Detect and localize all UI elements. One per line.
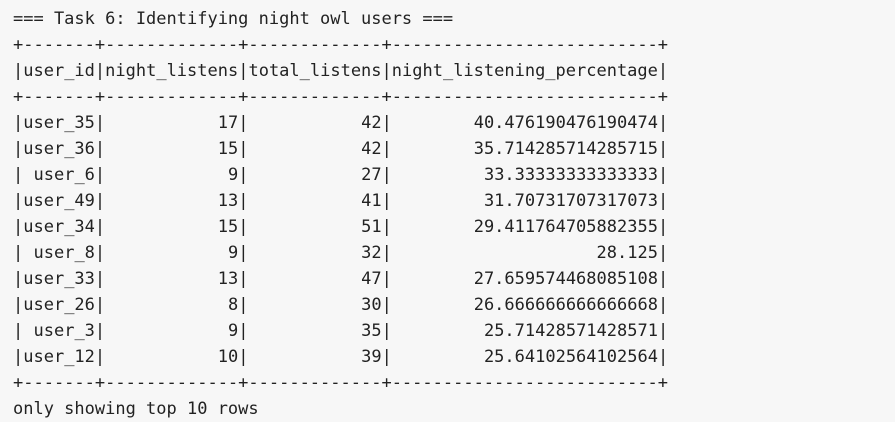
cell-night-listens: 17 bbox=[217, 113, 239, 133]
column-header-user-id: user_id bbox=[23, 61, 95, 81]
cell-user-id: user_34 bbox=[23, 217, 95, 237]
cell-night-listening-percentage: 26.666666666666668 bbox=[473, 295, 658, 315]
cell-night-listening-percentage: 29.411764705882355 bbox=[473, 217, 658, 237]
cell-user-id: user_6 bbox=[33, 165, 95, 185]
cell-total-listens: 35 bbox=[361, 321, 382, 341]
cell-night-listens: 15 bbox=[217, 139, 239, 159]
cell-night-listening-percentage: 25.71428571428571 bbox=[483, 321, 658, 341]
task-header: === Task 6: Identifying night owl users … bbox=[13, 9, 454, 29]
table-border-top: +-------+-------------+-------------+---… bbox=[13, 35, 669, 55]
cell-user-id: user_35 bbox=[23, 113, 95, 133]
cell-night-listens: 13 bbox=[217, 269, 239, 289]
cell-night-listens: 10 bbox=[217, 347, 239, 367]
cell-total-listens: 42 bbox=[361, 139, 382, 159]
cell-night-listens: 13 bbox=[217, 191, 239, 211]
table-row: |user_33| 13| 47| 27.659574468085108| bbox=[13, 269, 669, 289]
cell-user-id: user_12 bbox=[23, 347, 95, 367]
cell-night-listening-percentage: 28.125 bbox=[596, 243, 658, 263]
cell-night-listening-percentage: 35.714285714285715 bbox=[473, 139, 658, 159]
table-row: |user_12| 10| 39| 25.64102564102564| bbox=[13, 347, 669, 367]
cell-night-listening-percentage: 31.70731707317073 bbox=[483, 191, 658, 211]
table-border-bottom: +-------+-------------+-------------+---… bbox=[13, 373, 669, 393]
table-row: | user_8| 9| 32| 28.125| bbox=[13, 243, 669, 263]
cell-total-listens: 30 bbox=[361, 295, 382, 315]
table-border-header: +-------+-------------+-------------+---… bbox=[13, 87, 669, 107]
table-row: | user_3| 9| 35| 25.71428571428571| bbox=[13, 321, 669, 341]
cell-night-listening-percentage: 33.33333333333333 bbox=[483, 165, 658, 185]
console-output: === Task 6: Identifying night owl users … bbox=[0, 0, 895, 421]
table-row: |user_36| 15| 42| 35.714285714285715| bbox=[13, 139, 669, 159]
cell-night-listens: 9 bbox=[228, 165, 239, 185]
cell-user-id: user_33 bbox=[23, 269, 95, 289]
table-output: === Task 6: Identifying night owl users … bbox=[13, 6, 895, 422]
cell-user-id: user_26 bbox=[23, 295, 95, 315]
cell-night-listening-percentage: 27.659574468085108 bbox=[473, 269, 658, 289]
footer-text: only showing top 10 rows bbox=[13, 399, 259, 419]
cell-night-listens: 15 bbox=[217, 217, 239, 237]
cell-total-listens: 42 bbox=[361, 113, 382, 133]
cell-user-id: user_8 bbox=[33, 243, 95, 263]
cell-night-listens: 8 bbox=[227, 295, 239, 315]
cell-total-listens: 32 bbox=[361, 243, 382, 263]
cell-total-listens: 51 bbox=[361, 217, 382, 237]
table-row: |user_34| 15| 51| 29.411764705882355| bbox=[13, 217, 669, 237]
table-row: |user_49| 13| 41| 31.70731707317073| bbox=[13, 191, 669, 211]
cell-total-listens: 27 bbox=[361, 165, 382, 185]
column-header-night-listening-percentage: night_listening_percentage bbox=[391, 61, 658, 81]
cell-total-listens: 47 bbox=[361, 269, 382, 289]
table-row: |user_26| 8| 30| 26.666666666666668| bbox=[13, 295, 669, 315]
cell-user-id: user_49 bbox=[23, 191, 95, 211]
table-row: |user_35| 17| 42| 40.476190476190474| bbox=[13, 113, 669, 133]
cell-night-listening-percentage: 40.476190476190474 bbox=[473, 113, 658, 133]
cell-user-id: user_36 bbox=[23, 139, 95, 159]
column-header-night-listens: night_listens bbox=[105, 61, 239, 81]
cell-total-listens: 41 bbox=[361, 191, 382, 211]
cell-user-id: user_3 bbox=[33, 321, 95, 341]
cell-total-listens: 39 bbox=[361, 347, 382, 367]
cell-night-listens: 9 bbox=[228, 321, 239, 341]
cell-night-listening-percentage: 25.64102564102564 bbox=[483, 347, 658, 367]
table-row: | user_6| 9| 27| 33.33333333333333| bbox=[13, 165, 669, 185]
table-header-row: |user_id|night_listens|total_listens|nig… bbox=[13, 61, 669, 81]
cell-night-listens: 9 bbox=[228, 243, 239, 263]
column-header-total-listens: total_listens bbox=[248, 61, 382, 81]
